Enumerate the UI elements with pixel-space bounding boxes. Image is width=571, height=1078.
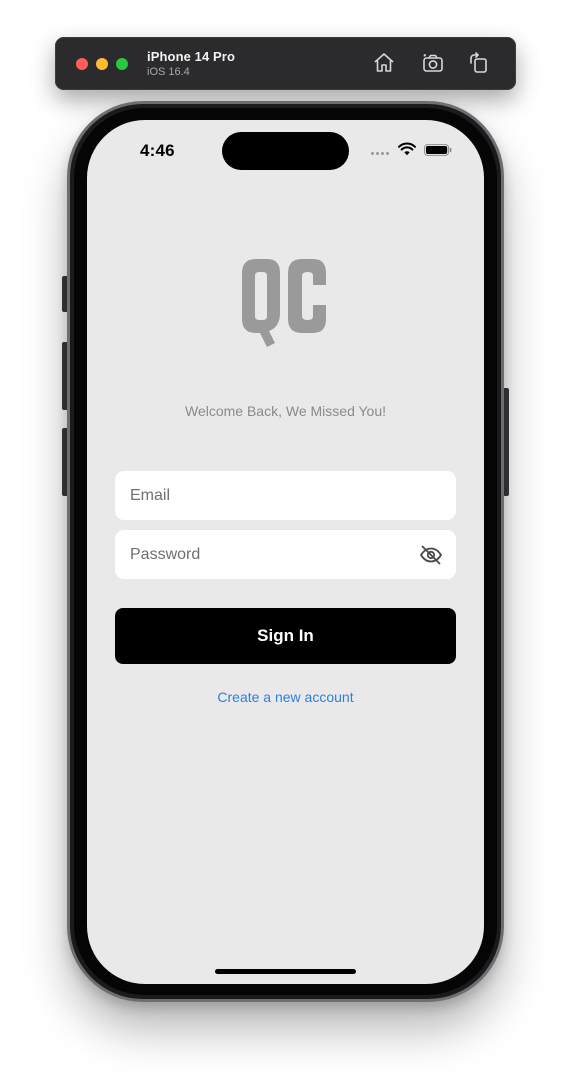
password-field[interactable] bbox=[115, 530, 456, 579]
close-window-button[interactable] bbox=[76, 58, 88, 70]
qc-logo bbox=[242, 259, 326, 347]
create-account-link[interactable]: Create a new account bbox=[87, 689, 484, 705]
battery-icon bbox=[424, 144, 452, 156]
screenshot-icon[interactable] bbox=[421, 51, 445, 75]
status-time: 4:46 bbox=[140, 141, 175, 160]
sign-in-button[interactable]: Sign In bbox=[115, 608, 456, 664]
email-field[interactable] bbox=[115, 471, 456, 520]
device-os-version: iOS 16.4 bbox=[147, 66, 190, 78]
window-controls bbox=[76, 58, 128, 70]
eye-slash-icon[interactable] bbox=[419, 543, 443, 567]
home-indicator[interactable] bbox=[215, 969, 356, 974]
dynamic-island bbox=[222, 132, 349, 170]
phone-screen: 4:46 Welcome Back, We Missed You! Email … bbox=[87, 120, 484, 984]
rotate-icon[interactable] bbox=[467, 51, 491, 75]
signal-dots-icon bbox=[371, 152, 389, 155]
wifi-icon bbox=[398, 142, 416, 156]
minimize-window-button[interactable] bbox=[96, 58, 108, 70]
home-icon[interactable] bbox=[372, 51, 396, 75]
password-input[interactable] bbox=[130, 530, 410, 579]
simulator-window: iPhone 14 Pro iOS 16.4 4:46 Welcome Back… bbox=[0, 0, 571, 1078]
email-input[interactable] bbox=[130, 471, 410, 520]
device-name: iPhone 14 Pro bbox=[147, 49, 235, 64]
welcome-message: Welcome Back, We Missed You! bbox=[184, 403, 387, 419]
zoom-window-button[interactable] bbox=[116, 58, 128, 70]
simulator-toolbar: iPhone 14 Pro iOS 16.4 bbox=[55, 37, 516, 90]
